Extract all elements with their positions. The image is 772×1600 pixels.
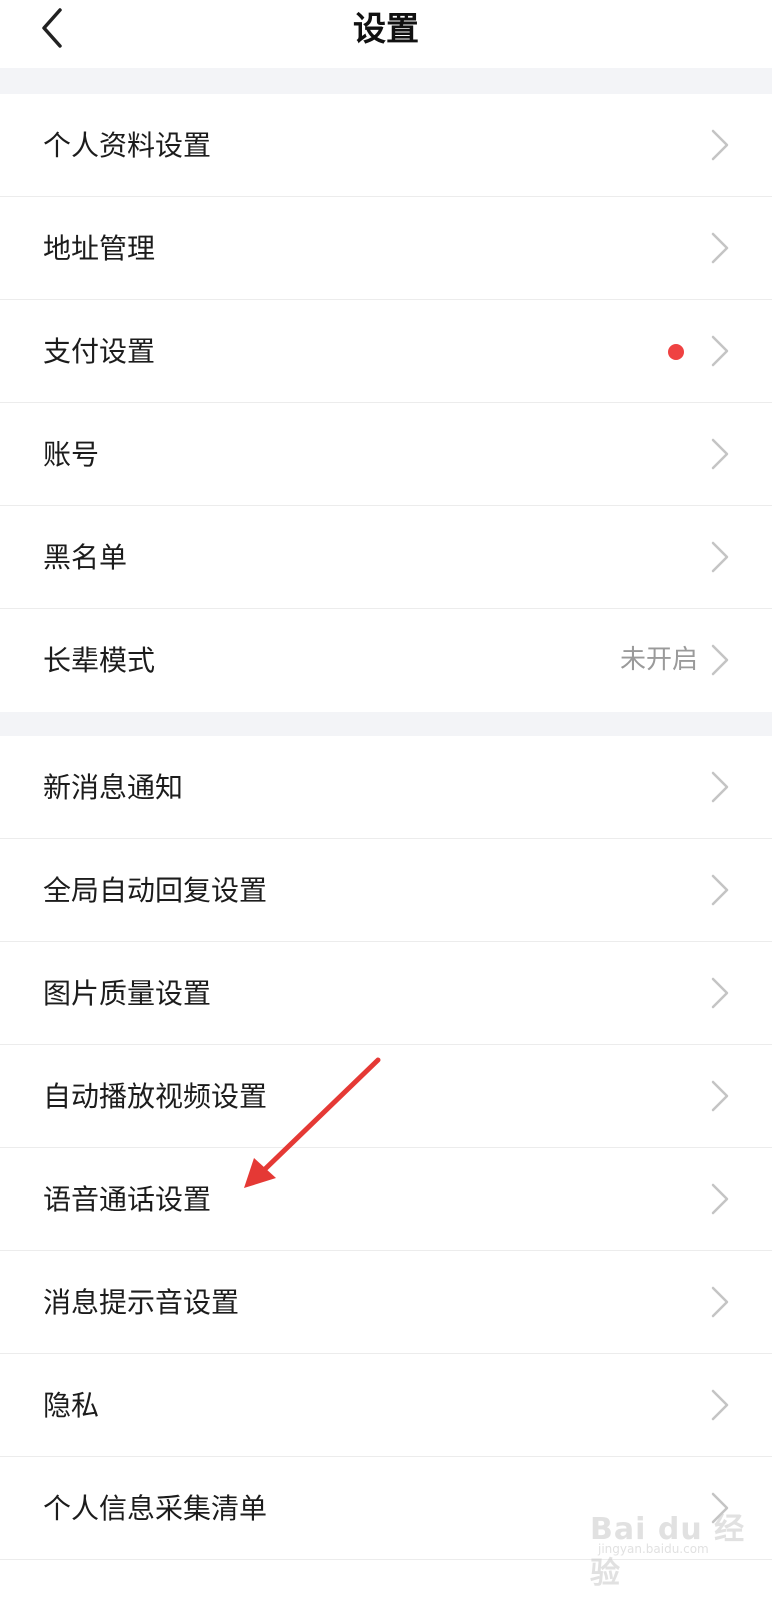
settings-row-voice-call[interactable]: 语音通话设置 [0,1148,772,1251]
chevron-right-icon [711,335,729,367]
settings-row-privacy[interactable]: 隐私 [0,1354,772,1457]
chevron-right-icon [711,1286,729,1318]
elder-mode-status: 未开启 [619,645,698,675]
chevron-right-icon [711,541,729,573]
settings-group-general: 新消息通知 全局自动回复设置 图片质量设置 自动播放视频设置 语音通话设置 消息… [0,736,772,1560]
row-label: 消息提示音设置 [43,1286,240,1319]
row-label: 支付设置 [43,335,156,368]
row-label: 图片质量设置 [43,977,212,1010]
settings-row-payment[interactable]: 支付设置 [0,300,772,403]
chevron-right-icon [711,1183,729,1215]
settings-row-image-quality[interactable]: 图片质量设置 [0,942,772,1045]
settings-row-new-message-notification[interactable]: 新消息通知 [0,736,772,839]
settings-row-profile[interactable]: 个人资料设置 [0,94,772,197]
row-label: 地址管理 [43,232,156,265]
row-label: 个人信息采集清单 [43,1492,268,1525]
settings-row-elder-mode[interactable]: 长辈模式 未开启 [0,609,772,712]
row-label: 全局自动回复设置 [43,874,268,907]
settings-row-autoplay-video[interactable]: 自动播放视频设置 [0,1045,772,1148]
chevron-right-icon [711,771,729,803]
chevron-right-icon [711,1389,729,1421]
chevron-right-icon [711,129,729,161]
row-label: 黑名单 [43,541,128,574]
chevron-right-icon [711,232,729,264]
chevron-right-icon [711,874,729,906]
chevron-right-icon [711,1080,729,1112]
section-divider [0,712,772,736]
section-divider [0,68,772,94]
page-title: 设置 [353,9,419,48]
row-label: 语音通话设置 [43,1183,212,1216]
row-label: 自动播放视频设置 [43,1080,268,1113]
watermark-sub: jingyan.baidu.com [598,1542,709,1556]
settings-row-address[interactable]: 地址管理 [0,197,772,300]
row-label: 账号 [43,438,100,471]
chevron-right-icon [711,438,729,470]
notification-dot [668,344,684,360]
settings-row-message-tone[interactable]: 消息提示音设置 [0,1251,772,1354]
top-bar: 设置 [0,0,772,68]
settings-row-account[interactable]: 账号 [0,403,772,506]
chevron-right-icon [711,644,729,676]
watermark-logo: Bai du 经验 jingyan.baidu.com [590,1490,750,1591]
settings-row-blacklist[interactable]: 黑名单 [0,506,772,609]
chevron-right-icon [711,977,729,1009]
settings-row-auto-reply[interactable]: 全局自动回复设置 [0,839,772,942]
settings-group-account: 个人资料设置 地址管理 支付设置 账号 黑名单 长辈模式 未开启 [0,94,772,712]
row-label: 长辈模式 [43,644,156,677]
row-label: 个人资料设置 [43,129,212,162]
row-label: 新消息通知 [43,771,184,804]
row-label: 隐私 [43,1389,100,1422]
